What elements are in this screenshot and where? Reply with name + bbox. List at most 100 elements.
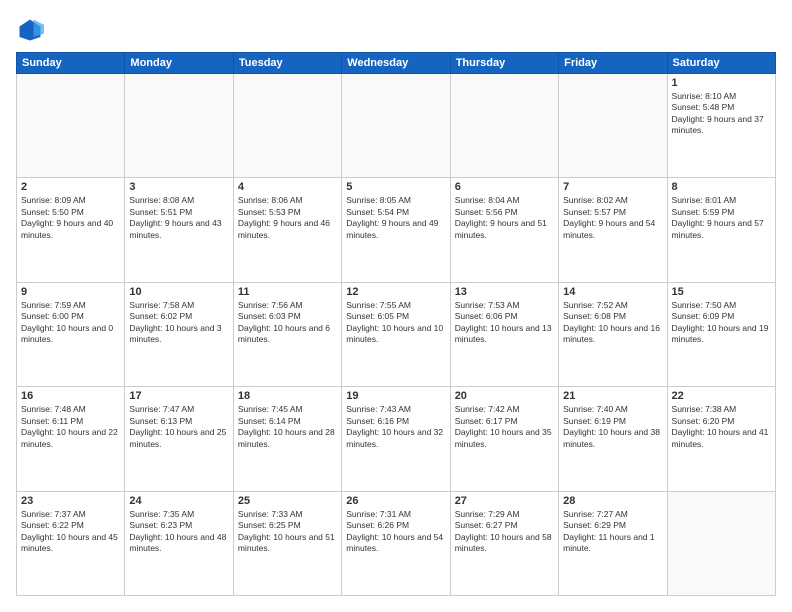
calendar-cell <box>233 74 341 178</box>
day-info: Sunrise: 8:10 AM Sunset: 5:48 PM Dayligh… <box>672 91 771 137</box>
day-number: 23 <box>21 495 120 507</box>
calendar-cell <box>559 74 667 178</box>
calendar-cell: 19 Sunrise: 7:43 AM Sunset: 6:16 PM Dayli… <box>342 387 450 491</box>
calendar-cell: 5 Sunrise: 8:05 AM Sunset: 5:54 PM Daylig… <box>342 178 450 282</box>
logo <box>16 16 48 44</box>
day-info: Sunrise: 7:52 AM Sunset: 6:08 PM Dayligh… <box>563 300 662 346</box>
calendar-cell: 14 Sunrise: 7:52 AM Sunset: 6:08 PM Dayli… <box>559 282 667 386</box>
day-info: Sunrise: 8:02 AM Sunset: 5:57 PM Dayligh… <box>563 195 662 241</box>
calendar-cell <box>17 74 125 178</box>
day-number: 27 <box>455 495 554 507</box>
calendar-week-2: 2Sunrise: 8:09 AM Sunset: 5:50 PM Daylig… <box>17 178 776 282</box>
calendar-week-3: 9 Sunrise: 7:59 AM Sunset: 6:00 PM Daylig… <box>17 282 776 386</box>
day-number: 10 <box>129 286 228 298</box>
calendar-cell: 25 Sunrise: 7:33 AM Sunset: 6:25 PM Dayli… <box>233 491 341 595</box>
calendar-cell <box>667 491 775 595</box>
calendar-cell: 6Sunrise: 8:04 AM Sunset: 5:56 PM Daylig… <box>450 178 558 282</box>
day-info: Sunrise: 7:38 AM Sunset: 6:20 PM Dayligh… <box>672 404 771 450</box>
day-info: Sunrise: 7:45 AM Sunset: 6:14 PM Dayligh… <box>238 404 337 450</box>
calendar-table: SundayMondayTuesdayWednesdayThursdayFrid… <box>16 52 776 596</box>
page: SundayMondayTuesdayWednesdayThursdayFrid… <box>0 0 792 612</box>
day-number: 5 <box>346 181 445 193</box>
calendar-cell: 1 Sunrise: 8:10 AM Sunset: 5:48 PM Daylig… <box>667 74 775 178</box>
calendar-cell <box>342 74 450 178</box>
day-number: 24 <box>129 495 228 507</box>
calendar-cell: 26 Sunrise: 7:31 AM Sunset: 6:26 PM Dayli… <box>342 491 450 595</box>
day-number: 8 <box>672 181 771 193</box>
day-info: Sunrise: 7:42 AM Sunset: 6:17 PM Dayligh… <box>455 404 554 450</box>
day-info: Sunrise: 7:31 AM Sunset: 6:26 PM Dayligh… <box>346 509 445 555</box>
day-info: Sunrise: 7:27 AM Sunset: 6:29 PM Dayligh… <box>563 509 662 555</box>
day-info: Sunrise: 8:01 AM Sunset: 5:59 PM Dayligh… <box>672 195 771 241</box>
day-number: 26 <box>346 495 445 507</box>
weekday-header-row: SundayMondayTuesdayWednesdayThursdayFrid… <box>17 53 776 74</box>
calendar-cell: 9 Sunrise: 7:59 AM Sunset: 6:00 PM Daylig… <box>17 282 125 386</box>
calendar-cell: 3 Sunrise: 8:08 AM Sunset: 5:51 PM Daylig… <box>125 178 233 282</box>
day-info: Sunrise: 7:53 AM Sunset: 6:06 PM Dayligh… <box>455 300 554 346</box>
calendar-cell: 17 Sunrise: 7:47 AM Sunset: 6:13 PM Dayli… <box>125 387 233 491</box>
day-number: 6 <box>455 181 554 193</box>
calendar-cell: 22 Sunrise: 7:38 AM Sunset: 6:20 PM Dayli… <box>667 387 775 491</box>
day-info: Sunrise: 7:48 AM Sunset: 6:11 PM Dayligh… <box>21 404 120 450</box>
calendar-cell <box>450 74 558 178</box>
logo-icon <box>16 16 44 44</box>
day-info: Sunrise: 7:55 AM Sunset: 6:05 PM Dayligh… <box>346 300 445 346</box>
calendar-cell: 27 Sunrise: 7:29 AM Sunset: 6:27 PM Dayli… <box>450 491 558 595</box>
day-number: 13 <box>455 286 554 298</box>
calendar-cell: 15Sunrise: 7:50 AM Sunset: 6:09 PM Dayli… <box>667 282 775 386</box>
calendar-cell: 13 Sunrise: 7:53 AM Sunset: 6:06 PM Dayli… <box>450 282 558 386</box>
header <box>16 16 776 44</box>
day-info: Sunrise: 7:47 AM Sunset: 6:13 PM Dayligh… <box>129 404 228 450</box>
weekday-header-thursday: Thursday <box>450 53 558 74</box>
day-info: Sunrise: 7:59 AM Sunset: 6:00 PM Dayligh… <box>21 300 120 346</box>
calendar-cell: 12 Sunrise: 7:55 AM Sunset: 6:05 PM Dayli… <box>342 282 450 386</box>
calendar-cell: 4 Sunrise: 8:06 AM Sunset: 5:53 PM Daylig… <box>233 178 341 282</box>
calendar-week-1: 1 Sunrise: 8:10 AM Sunset: 5:48 PM Daylig… <box>17 74 776 178</box>
calendar-cell: 20 Sunrise: 7:42 AM Sunset: 6:17 PM Dayli… <box>450 387 558 491</box>
day-info: Sunrise: 8:06 AM Sunset: 5:53 PM Dayligh… <box>238 195 337 241</box>
day-number: 15 <box>672 286 771 298</box>
day-number: 21 <box>563 390 662 402</box>
day-number: 1 <box>672 77 771 89</box>
day-number: 14 <box>563 286 662 298</box>
day-number: 2 <box>21 181 120 193</box>
weekday-header-wednesday: Wednesday <box>342 53 450 74</box>
day-info: Sunrise: 8:05 AM Sunset: 5:54 PM Dayligh… <box>346 195 445 241</box>
day-number: 22 <box>672 390 771 402</box>
calendar-week-4: 16 Sunrise: 7:48 AM Sunset: 6:11 PM Dayli… <box>17 387 776 491</box>
calendar-week-5: 23 Sunrise: 7:37 AM Sunset: 6:22 PM Dayli… <box>17 491 776 595</box>
calendar-cell: 28Sunrise: 7:27 AM Sunset: 6:29 PM Dayli… <box>559 491 667 595</box>
day-number: 3 <box>129 181 228 193</box>
day-number: 20 <box>455 390 554 402</box>
day-info: Sunrise: 7:35 AM Sunset: 6:23 PM Dayligh… <box>129 509 228 555</box>
day-info: Sunrise: 7:37 AM Sunset: 6:22 PM Dayligh… <box>21 509 120 555</box>
day-info: Sunrise: 7:33 AM Sunset: 6:25 PM Dayligh… <box>238 509 337 555</box>
day-info: Sunrise: 7:40 AM Sunset: 6:19 PM Dayligh… <box>563 404 662 450</box>
calendar-cell: 16 Sunrise: 7:48 AM Sunset: 6:11 PM Dayli… <box>17 387 125 491</box>
day-number: 17 <box>129 390 228 402</box>
day-number: 16 <box>21 390 120 402</box>
calendar-cell: 7 Sunrise: 8:02 AM Sunset: 5:57 PM Daylig… <box>559 178 667 282</box>
weekday-header-friday: Friday <box>559 53 667 74</box>
day-number: 18 <box>238 390 337 402</box>
weekday-header-monday: Monday <box>125 53 233 74</box>
weekday-header-saturday: Saturday <box>667 53 775 74</box>
day-number: 4 <box>238 181 337 193</box>
day-info: Sunrise: 7:29 AM Sunset: 6:27 PM Dayligh… <box>455 509 554 555</box>
day-number: 7 <box>563 181 662 193</box>
weekday-header-tuesday: Tuesday <box>233 53 341 74</box>
day-info: Sunrise: 7:43 AM Sunset: 6:16 PM Dayligh… <box>346 404 445 450</box>
calendar-cell: 18 Sunrise: 7:45 AM Sunset: 6:14 PM Dayli… <box>233 387 341 491</box>
day-info: Sunrise: 7:58 AM Sunset: 6:02 PM Dayligh… <box>129 300 228 346</box>
day-number: 9 <box>21 286 120 298</box>
day-info: Sunrise: 8:08 AM Sunset: 5:51 PM Dayligh… <box>129 195 228 241</box>
day-number: 19 <box>346 390 445 402</box>
calendar-cell: 23 Sunrise: 7:37 AM Sunset: 6:22 PM Dayli… <box>17 491 125 595</box>
calendar-cell: 10 Sunrise: 7:58 AM Sunset: 6:02 PM Dayli… <box>125 282 233 386</box>
calendar-cell <box>125 74 233 178</box>
day-number: 12 <box>346 286 445 298</box>
calendar-cell: 2Sunrise: 8:09 AM Sunset: 5:50 PM Daylig… <box>17 178 125 282</box>
day-number: 25 <box>238 495 337 507</box>
day-info: Sunrise: 7:56 AM Sunset: 6:03 PM Dayligh… <box>238 300 337 346</box>
weekday-header-sunday: Sunday <box>17 53 125 74</box>
